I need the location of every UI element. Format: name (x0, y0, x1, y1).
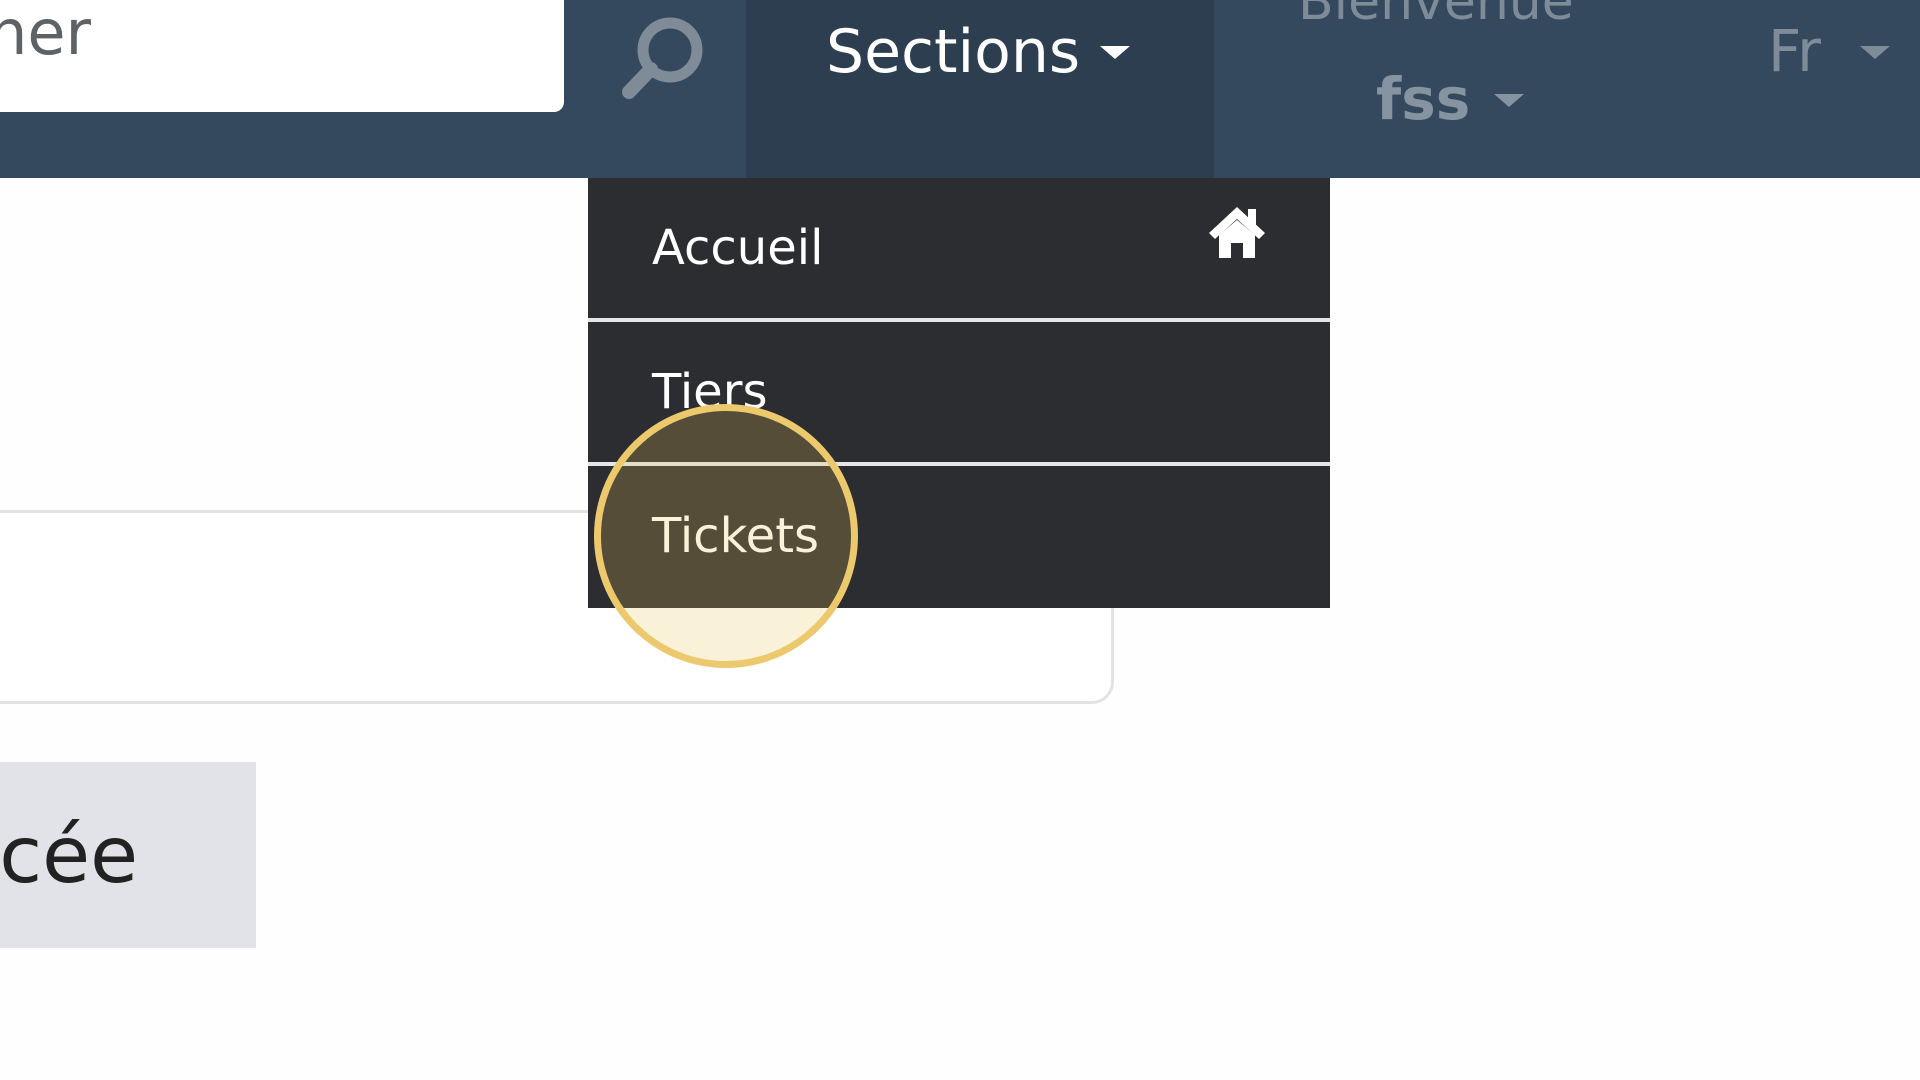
search-icon (622, 17, 703, 99)
home-icon (1209, 207, 1265, 258)
menu-item-label: Accueil (652, 220, 824, 276)
menu-item-label: Tickets (652, 508, 820, 564)
menu-item-tickets[interactable]: Tickets (588, 466, 1330, 606)
top-navbar: cher Sections Bienvenue fss Fr (0, 0, 1920, 178)
chevron-down-icon (1860, 46, 1890, 59)
chevron-down-icon (1494, 94, 1524, 107)
sections-dropdown-menu: Accueil Tiers Tickets (588, 178, 1330, 608)
search-input[interactable]: cher (0, 0, 564, 112)
advanced-search-button[interactable]: ancée (0, 762, 256, 948)
username: fss (1376, 65, 1471, 133)
search-button[interactable] (590, 0, 746, 112)
welcome-text: Bienvenue (1298, 0, 1574, 32)
user-menu-toggle[interactable]: Bienvenue fss (1214, 0, 1684, 178)
menu-item-label: Tiers (652, 364, 768, 420)
chevron-down-icon (1100, 46, 1130, 59)
search-placeholder: cher (0, 0, 92, 69)
menu-item-tiers[interactable]: Tiers (588, 322, 1330, 462)
language-label: Fr (1768, 17, 1821, 85)
sections-dropdown-toggle[interactable]: Sections (746, 0, 1214, 178)
language-selector[interactable]: Fr (1740, 0, 1920, 112)
advanced-search-label: ancée (0, 811, 139, 901)
sections-label: Sections (826, 17, 1081, 87)
menu-item-accueil[interactable]: Accueil (588, 178, 1330, 318)
